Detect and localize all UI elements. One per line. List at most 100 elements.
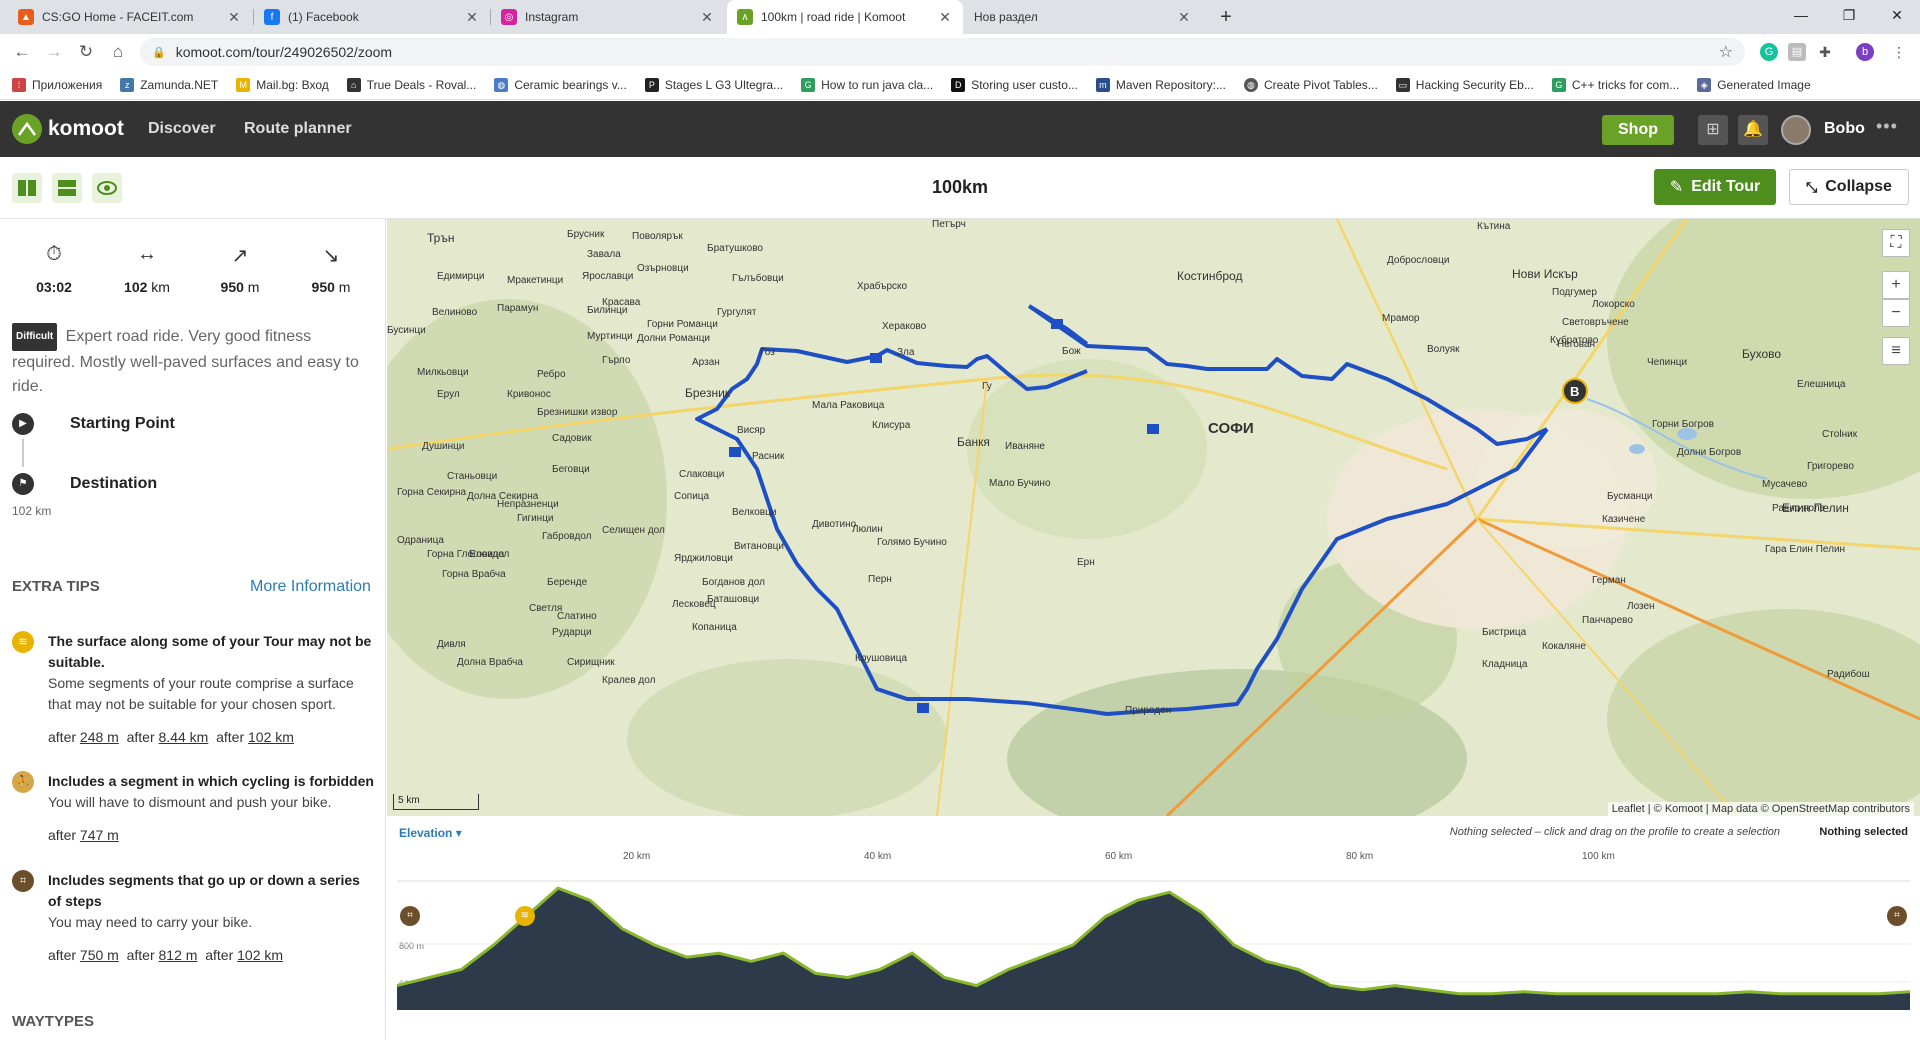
eye-icon[interactable] xyxy=(92,173,122,203)
bookmark-item[interactable]: ⁞ Приложения xyxy=(12,77,102,92)
close-icon[interactable]: ✕ xyxy=(464,9,480,26)
bookmark-star-icon[interactable]: ☆ xyxy=(1719,42,1733,62)
more-icon[interactable]: ••• xyxy=(1876,116,1898,137)
zoom-in-button[interactable]: + xyxy=(1882,271,1910,299)
after-label: after xyxy=(48,827,77,843)
minimize-button[interactable]: — xyxy=(1778,0,1824,30)
route-map[interactable]: B Трън Брусник Поволярък Петърч Кътина Завала… xyxy=(387,219,1920,816)
user-name[interactable]: Bobo xyxy=(1824,120,1865,138)
create-plus-icon[interactable]: ⊞ xyxy=(1698,115,1728,145)
tip-location-link[interactable]: 750 m xyxy=(80,947,119,963)
after-label: after xyxy=(48,947,77,963)
elevation-profile-chart[interactable] xyxy=(397,880,1910,1010)
bookmark-item[interactable]: ◍ Create Pivot Tables... xyxy=(1243,77,1378,92)
reload-button[interactable]: ↻ xyxy=(74,40,98,64)
bookmark-item[interactable]: ⌂ True Deals - Roval... xyxy=(346,77,476,92)
browser-tab[interactable]: ▲ CS:GO Home - FACEIT.com ✕ xyxy=(8,0,252,34)
bookmark-item[interactable]: M Mail.bg: Вход xyxy=(236,77,329,92)
stairs-icon[interactable]: ⌗ xyxy=(400,906,420,926)
edit-tour-button[interactable]: ✎ Edit Tour xyxy=(1654,169,1776,205)
browser-tab[interactable]: f (1) Facebook ✕ xyxy=(254,0,490,34)
bookmark-item[interactable]: P Stages L G3 Ultegra... xyxy=(644,77,783,92)
stat-value: 102 xyxy=(124,279,148,295)
map-place-label: Петърч xyxy=(932,219,966,230)
url-bar[interactable]: 🔒 komoot.com/tour/249026502/zoom ☆ xyxy=(140,38,1745,66)
stairs-icon[interactable]: ⌗ xyxy=(1887,906,1907,926)
extension-icon[interactable]: ▤ xyxy=(1788,43,1806,61)
difficulty-description: Difficult Expert road ride. Very good fi… xyxy=(12,323,378,399)
bookmark-item[interactable]: ◍ Ceramic bearings v... xyxy=(494,77,627,92)
bookmark-item[interactable]: G C++ tricks for com... xyxy=(1551,77,1679,92)
split-view-icon[interactable] xyxy=(12,173,42,203)
tip-location-link[interactable]: 102 km xyxy=(248,729,294,745)
close-icon[interactable]: ✕ xyxy=(1176,9,1192,26)
map-place-label: Гигинци xyxy=(517,513,554,524)
map-place-label: Хераково xyxy=(882,321,927,332)
stages-icon: P xyxy=(644,77,659,92)
map-place-label: Нови Искър xyxy=(1512,267,1578,281)
elevation-panel[interactable]: Elevation ▾ Nothing selected – click and… xyxy=(387,816,1920,1040)
map-place-label: Чепинци xyxy=(1647,357,1688,368)
map-place-label: Душинци xyxy=(422,441,465,452)
gfg-icon: G xyxy=(801,77,816,92)
bookmark-item[interactable]: m Maven Repository:... xyxy=(1095,77,1226,92)
zoom-out-button[interactable]: − xyxy=(1882,299,1910,327)
map-attribution[interactable]: Leaflet | © Komoot | Map data © OpenStre… xyxy=(1607,802,1914,816)
nav-route-planner[interactable]: Route planner xyxy=(244,120,352,138)
grammarly-icon[interactable]: G xyxy=(1760,43,1778,61)
puzzle-icon[interactable]: ✚ xyxy=(1816,43,1834,61)
close-icon[interactable]: ✕ xyxy=(937,9,953,26)
komoot-header: komoot Discover Route planner Shop ⊞ 🔔 B… xyxy=(0,101,1920,157)
layers-icon[interactable]: ≡ xyxy=(1882,337,1910,365)
browser-tab[interactable]: ◎ Instagram ✕ xyxy=(491,0,725,34)
fullscreen-icon[interactable]: ⛶ xyxy=(1882,229,1910,257)
map-place-label: Билинци xyxy=(587,305,628,316)
bookmark-item[interactable]: D Storing user custo... xyxy=(951,77,1078,92)
bookmark-item[interactable]: G How to run java cla... xyxy=(801,77,933,92)
tip-location-link[interactable]: 102 km xyxy=(237,947,283,963)
home-button[interactable]: ⌂ xyxy=(106,40,130,64)
nav-discover[interactable]: Discover xyxy=(148,120,216,138)
forward-button[interactable]: → xyxy=(42,40,66,64)
svg-text:B: B xyxy=(1570,384,1579,399)
stat-value: 950 xyxy=(220,279,244,295)
close-icon[interactable]: ✕ xyxy=(226,9,242,26)
bell-icon[interactable]: 🔔 xyxy=(1738,115,1768,145)
restore-button[interactable]: ❐ xyxy=(1826,0,1872,30)
selection-status: Nothing selected xyxy=(1819,826,1908,838)
browser-tab[interactable]: Нов раздел ✕ xyxy=(964,0,1202,34)
tip-location-link[interactable]: 8.44 km xyxy=(159,729,209,745)
map-place-label: Озърновци xyxy=(637,263,689,274)
waypoint-destination[interactable]: ⚑ Destination xyxy=(12,473,157,495)
collapse-button[interactable]: ⤡ Collapse xyxy=(1789,169,1909,205)
elevation-dropdown[interactable]: Elevation ▾ xyxy=(399,826,462,840)
tour-sidebar[interactable]: ⏱ 03:02 ↔ 102 km ↗ 950 m ↘ 950 m Difficu… xyxy=(0,219,386,1040)
tip-location-link[interactable]: 747 m xyxy=(80,827,119,843)
bookmark-label: Zamunda.NET xyxy=(140,77,219,92)
tip-description: Some segments of your route comprise a s… xyxy=(48,675,354,712)
surface-warning-icon[interactable]: ≋ xyxy=(515,906,535,926)
browser-tab-active[interactable]: ∧ 100km | road ride | Komoot ✕ xyxy=(727,0,963,34)
back-button[interactable]: ← xyxy=(10,40,34,64)
new-tab-button[interactable]: + xyxy=(1212,4,1240,30)
map-place-label: Еловдол xyxy=(469,549,510,560)
bookmark-item[interactable]: ▭ Hacking Security Eb... xyxy=(1395,77,1534,92)
close-window-button[interactable]: ✕ xyxy=(1874,0,1920,30)
after-label: after xyxy=(126,729,155,745)
tab-label: (1) Facebook xyxy=(288,10,359,24)
avatar[interactable] xyxy=(1781,115,1811,145)
stacked-view-icon[interactable] xyxy=(52,173,82,203)
shop-button[interactable]: Shop xyxy=(1602,115,1674,145)
map-place-label: Локорско xyxy=(1592,299,1635,310)
profile-avatar[interactable]: b xyxy=(1856,43,1874,61)
more-information-link[interactable]: More Information xyxy=(250,578,371,596)
tip-location-link[interactable]: 248 m xyxy=(80,729,119,745)
waypoint-start[interactable]: ▶ Starting Point xyxy=(12,413,175,435)
stopwatch-icon: ⏱ xyxy=(46,243,62,265)
bookmark-item[interactable]: ◈ Generated Image xyxy=(1697,77,1811,92)
bookmark-item[interactable]: z Zamunda.NET xyxy=(120,77,219,92)
menu-icon[interactable]: ⋮ xyxy=(1890,43,1908,61)
close-icon[interactable]: ✕ xyxy=(699,9,715,26)
komoot-logo[interactable]: komoot xyxy=(12,114,124,144)
tip-location-link[interactable]: 812 m xyxy=(159,947,198,963)
